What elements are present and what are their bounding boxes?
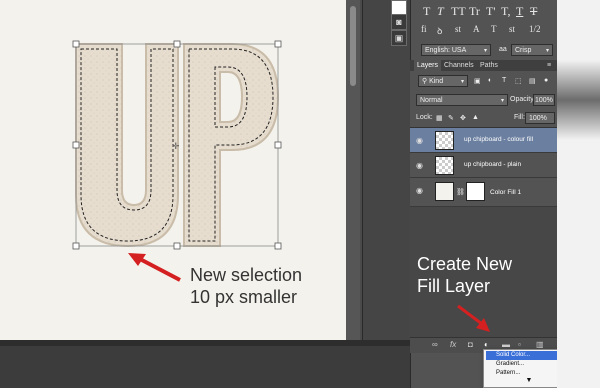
glyph-subscript[interactable]: T, xyxy=(501,4,510,19)
superscript-st-icon[interactable]: st xyxy=(509,24,515,34)
visibility-eye-icon[interactable]: ◉ xyxy=(416,186,423,195)
new-group-icon[interactable]: ▬ xyxy=(502,340,510,349)
filter-adjustment-icon[interactable]: ◐ xyxy=(488,77,492,84)
antialias-select[interactable]: Crisp ▾ xyxy=(511,44,553,56)
selection-callout-line1: New selection xyxy=(190,265,303,285)
layer-thumbnail xyxy=(435,131,454,150)
glyph-underline[interactable]: T xyxy=(516,4,523,19)
language-select[interactable]: English: USA ▾ xyxy=(421,44,491,56)
new-layer-icon[interactable]: ▫ xyxy=(518,340,521,349)
lock-all-icon[interactable]: ▲ xyxy=(472,114,479,121)
annotation-arrow xyxy=(457,304,490,332)
history-icon[interactable]: ▣ xyxy=(391,30,407,46)
add-mask-icon[interactable]: ◘ xyxy=(468,340,473,349)
panel-menu-icon[interactable]: ≡ xyxy=(547,60,551,71)
navigator-icon[interactable]: ◙ xyxy=(391,14,407,30)
layer-name[interactable]: Color Fill 1 xyxy=(490,189,521,196)
delete-layer-icon[interactable]: ▥ xyxy=(536,340,544,349)
visibility-eye-icon[interactable]: ◉ xyxy=(416,161,423,170)
lock-image-icon[interactable]: ✎ xyxy=(448,114,454,122)
layer-name[interactable]: up chipboard - plain xyxy=(464,161,521,168)
layer-row[interactable]: ◉ up chipboard - plain xyxy=(410,153,557,178)
filter-shape-icon[interactable]: ⬚ xyxy=(515,77,522,85)
layer-mask-thumbnail[interactable] xyxy=(466,182,485,201)
glyph-strikethrough[interactable]: T xyxy=(530,4,537,19)
layer-thumbnail xyxy=(435,156,454,175)
letter-p-shape xyxy=(183,43,280,247)
layer-row[interactable]: ◉ ⛓ Color Fill 1 xyxy=(410,178,557,207)
annotation-line1: Create New xyxy=(417,254,513,274)
svg-text:✛: ✛ xyxy=(172,142,180,152)
glyph-all-caps[interactable]: TT xyxy=(451,4,466,19)
layer-filter-row: ⚲ Kind ▾ ▣ ◐ T ⬚ ▤ ● xyxy=(410,71,557,91)
glyph-faux-bold[interactable]: T xyxy=(423,4,430,19)
tab-channels[interactable]: Channels xyxy=(444,60,474,71)
lock-row: Lock: ▦ ✎ ✥ ▲ Fill: 100% xyxy=(410,109,557,128)
panel-dock-strip: ◙ ▣ xyxy=(362,0,411,340)
fill-field[interactable]: 100% xyxy=(525,112,555,124)
filter-toggle-icon[interactable]: ● xyxy=(544,77,548,84)
annotation-line2: Fill Layer xyxy=(417,276,491,296)
fill-color-thumbnail xyxy=(435,182,454,201)
glyph-superscript[interactable]: T' xyxy=(486,4,496,19)
blend-row: Normal ▾ Opacity: 100% xyxy=(410,91,557,109)
scrollbar-thumb[interactable] xyxy=(350,6,356,86)
document-canvas[interactable]: ✛ New selection 10 px smaller xyxy=(0,0,346,340)
layer-row[interactable]: ◉ up chipboard - colour fill xyxy=(410,128,557,153)
filter-smart-icon[interactable]: ▤ xyxy=(529,77,536,85)
alternates-icon[interactable]: st xyxy=(455,24,461,34)
layer-name[interactable]: up chipboard - colour fill xyxy=(464,136,533,143)
opacity-label: Opacity: xyxy=(510,96,536,103)
link-chain-icon[interactable]: ⛓ xyxy=(456,188,465,196)
tab-layers[interactable]: Layers xyxy=(414,60,442,71)
blend-mode-select[interactable]: Normal ▾ xyxy=(416,94,508,106)
layers-tab-bar: Layers Channels Paths ≡ xyxy=(410,60,557,71)
letter-u-shape xyxy=(75,43,179,248)
layer-style-icon[interactable]: fx xyxy=(450,340,456,349)
opacity-field[interactable]: 100% xyxy=(533,94,555,106)
link-layers-icon[interactable]: ∞ xyxy=(432,340,438,349)
new-fill-adjustment-icon[interactable]: ◐ xyxy=(484,340,489,349)
canvas-vertical-scrollbar[interactable] xyxy=(346,0,360,340)
filter-type-icon[interactable]: T xyxy=(502,77,506,84)
visibility-eye-icon[interactable]: ◉ xyxy=(416,136,423,145)
swash-icon[interactable]: ꝺ xyxy=(437,24,442,37)
tab-paths[interactable]: Paths xyxy=(480,60,498,71)
lock-position-icon[interactable]: ✥ xyxy=(460,114,466,122)
titling-icon[interactable]: T xyxy=(491,24,497,34)
glyph-small-caps[interactable]: Tr xyxy=(469,4,480,19)
ligature-icon[interactable]: fi xyxy=(421,24,427,34)
glyph-faux-italic[interactable]: T xyxy=(437,4,444,19)
selection-arrow xyxy=(137,256,181,282)
canvas-status-area xyxy=(0,340,410,388)
kind-filter-select[interactable]: ⚲ Kind ▾ xyxy=(418,75,468,87)
filter-pixel-icon[interactable]: ▣ xyxy=(474,77,481,85)
selection-callout-line2: 10 px smaller xyxy=(190,287,298,307)
lock-transparent-icon[interactable]: ▦ xyxy=(436,114,443,122)
fraction-icon[interactable]: 1/2 xyxy=(529,24,541,34)
lock-label: Lock: xyxy=(416,114,433,121)
antialias-icon: aa xyxy=(499,46,507,53)
fill-label: Fill: xyxy=(514,114,525,121)
desktop-background xyxy=(557,0,600,388)
ordinals-icon[interactable]: A xyxy=(473,24,480,34)
